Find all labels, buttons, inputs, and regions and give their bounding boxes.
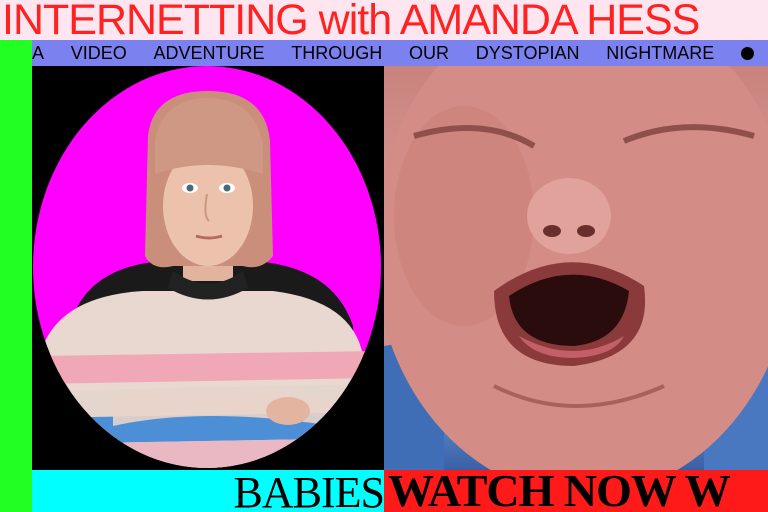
header-bar: INTERNETTING with AMANDA HESS xyxy=(0,0,768,40)
tagline-word: NIGHTMARE xyxy=(606,43,715,63)
tagline-word: DYSTOPIAN xyxy=(475,43,580,63)
tagline: A VIDEO ADVENTURE THROUGH OUR DYSTOPIAN … xyxy=(32,43,754,64)
episode-label-bar: BABIES xyxy=(32,470,384,512)
tagline-word: ADVENTURE xyxy=(153,43,265,63)
tagline-word: THROUGH xyxy=(291,43,383,63)
baby-panel xyxy=(384,66,768,470)
host-portrait-oval xyxy=(33,66,381,468)
host-panel xyxy=(32,66,384,470)
tagline-bar: A VIDEO ADVENTURE THROUGH OUR DYSTOPIAN … xyxy=(32,40,768,66)
tagline-word: VIDEO xyxy=(70,43,127,63)
left-color-stripe xyxy=(0,40,32,512)
tagline-word: A xyxy=(32,43,45,63)
crying-baby-image xyxy=(384,66,768,470)
watch-now-text[interactable]: WATCH NOW W xyxy=(388,470,731,512)
show-title: INTERNETTING with AMANDA HESS xyxy=(2,0,700,40)
tagline-word: OUR xyxy=(409,43,450,63)
dot-icon xyxy=(741,47,754,60)
watch-now-bar[interactable]: WATCH NOW W xyxy=(384,470,768,512)
host-portrait-image xyxy=(33,91,379,468)
episode-title: BABIES xyxy=(233,470,384,512)
